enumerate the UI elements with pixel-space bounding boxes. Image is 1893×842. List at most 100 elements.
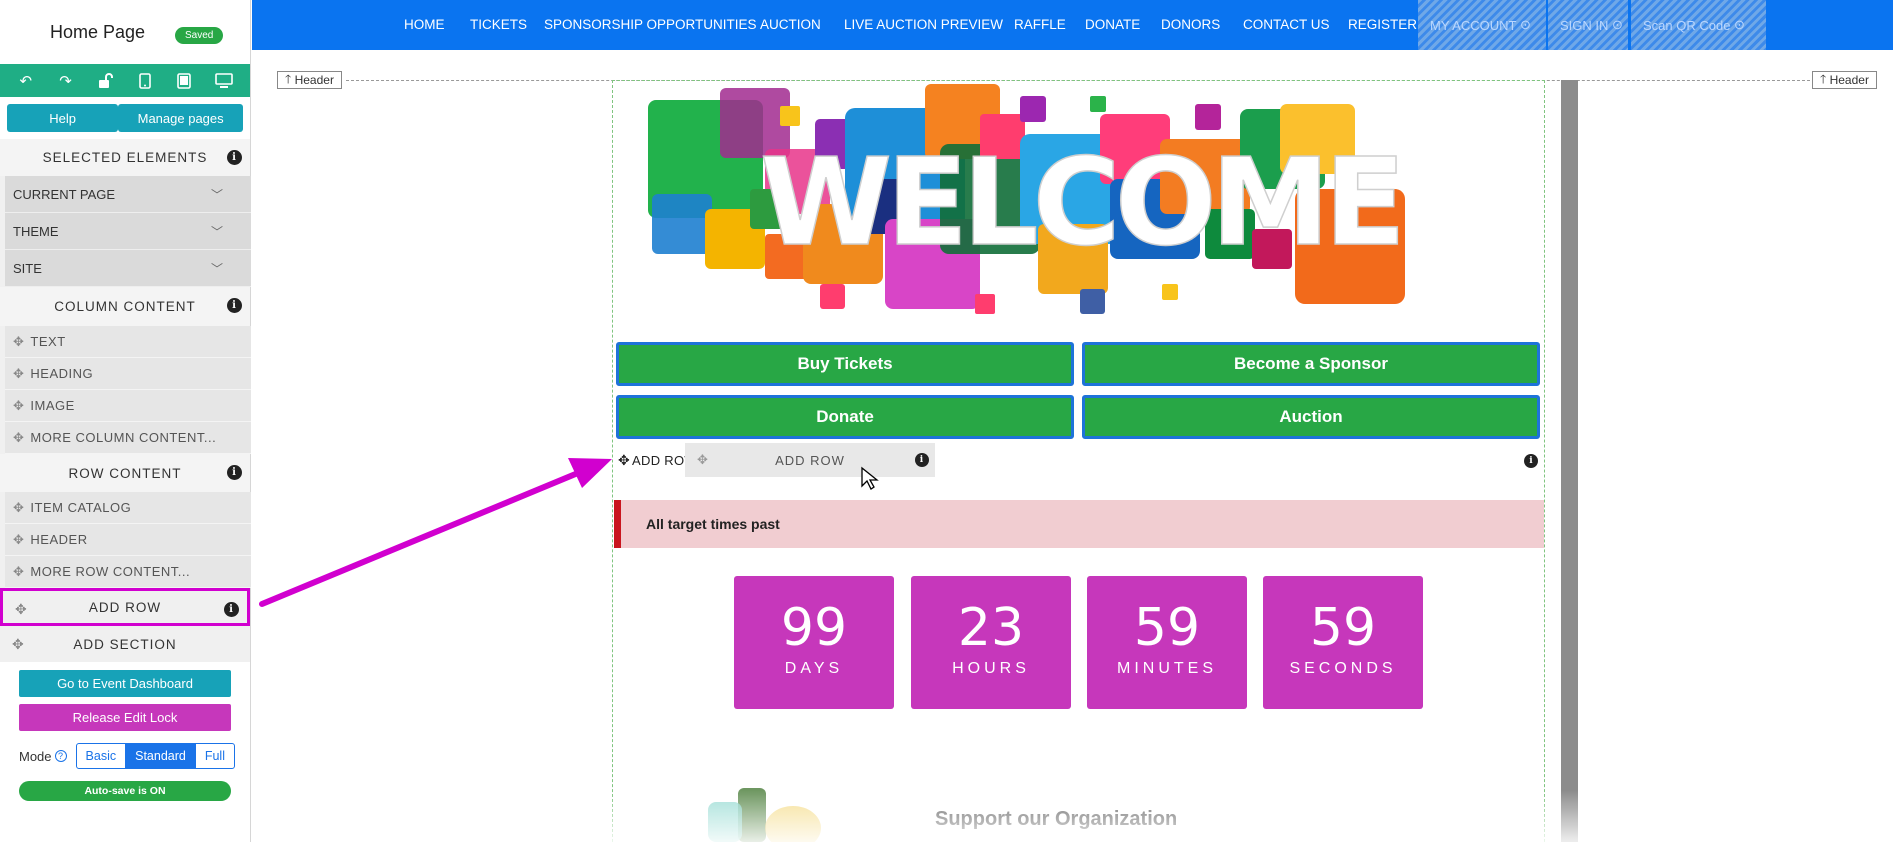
nav-home[interactable]: HOME: [404, 17, 445, 32]
move-icon: ✥: [15, 601, 28, 617]
sidebar-footer: Go to Event Dashboard Release Edit Lock …: [0, 662, 250, 842]
more-column-content[interactable]: ✥ MORE COLUMN CONTENT...: [5, 422, 251, 454]
countdown-value: 59: [1309, 598, 1377, 658]
nav-tickets[interactable]: TICKETS: [470, 17, 527, 32]
move-icon: ✥: [618, 452, 631, 468]
heading-widget[interactable]: ✥ HEADING: [5, 358, 251, 390]
widget-label: MORE COLUMN CONTENT...: [30, 430, 217, 445]
move-icon: ✥: [13, 333, 25, 349]
move-icon: ✥: [13, 365, 25, 381]
arrow-up-icon: 🡑: [1820, 71, 1827, 86]
mode-basic[interactable]: Basic: [77, 744, 127, 768]
countdown-alert: All target times past: [614, 500, 1544, 548]
move-icon: ✥: [13, 397, 25, 413]
donate-button[interactable]: Donate: [616, 395, 1074, 439]
lock-open-icon[interactable]: [94, 70, 116, 92]
become-sponsor-button[interactable]: Become a Sponsor: [1082, 342, 1540, 386]
nav-scan-qr[interactable]: Scan QR Code ⊙: [1631, 0, 1766, 50]
help-icon[interactable]: ?: [54, 750, 67, 762]
add-row-label: ADD ROW: [88, 599, 162, 615]
move-icon: ✥: [13, 531, 25, 547]
tablet-icon[interactable]: [173, 70, 195, 92]
chevron-down-icon: ﹀: [210, 225, 223, 239]
header-widget[interactable]: ✥ HEADER: [5, 524, 251, 556]
autosave-toggle[interactable]: Auto-save is ON: [19, 781, 231, 801]
widget-label: HEADER: [30, 532, 88, 547]
nav-sign-in[interactable]: SIGN IN ⊙: [1548, 0, 1628, 50]
event-dashboard-button[interactable]: Go to Event Dashboard: [19, 670, 231, 697]
page-title: Home Page: [50, 22, 146, 42]
nav-raffle[interactable]: RAFFLE: [1014, 17, 1066, 32]
text-widget[interactable]: ✥ TEXT: [5, 326, 251, 358]
nav-my-account[interactable]: MY ACCOUNT ⊙: [1418, 0, 1546, 50]
mobile-icon[interactable]: [134, 70, 156, 92]
countdown-hours: 23 HOURS: [911, 576, 1071, 709]
editor-sidebar: Home Page Saved ↶ ↷ Help Manage pages SE…: [0, 0, 251, 842]
image-widget[interactable]: ✥ IMAGE: [5, 390, 251, 422]
info-icon[interactable]: i: [227, 150, 242, 165]
row-info-icon[interactable]: i: [1524, 454, 1538, 468]
desktop-icon[interactable]: [213, 70, 235, 92]
add-row-widget[interactable]: ✥ ADD ROW i: [0, 588, 250, 626]
selected-elements-heading: SELECTED ELEMENTS i: [0, 139, 250, 176]
nav-donors[interactable]: DONORS: [1161, 17, 1220, 32]
dragging-add-row-ghost[interactable]: ✥ ADD ROW i: [685, 443, 935, 477]
more-row-content[interactable]: ✥ MORE ROW CONTENT...: [5, 556, 251, 588]
welcome-text: WELCOME: [760, 134, 1400, 273]
nav-auction[interactable]: AUCTION: [760, 17, 821, 32]
redo-icon[interactable]: ↷: [54, 70, 76, 92]
welcome-banner-image: WELCOME: [648, 84, 1407, 314]
ghost-label: ADD ROW: [775, 452, 845, 468]
cursor-icon: [861, 466, 879, 490]
dropdown-label: THEME: [13, 223, 59, 239]
move-icon: ✥: [697, 452, 709, 467]
info-icon[interactable]: i: [227, 465, 242, 480]
site-navigation: HOME TICKETS SPONSORSHIP OPPORTUNITIES A…: [252, 0, 1893, 50]
chevron-down-icon: ﹀: [210, 188, 223, 202]
dropdown-label: SITE: [13, 260, 42, 276]
move-icon: ✥: [13, 499, 25, 515]
column-content-label: COLUMN CONTENT: [54, 299, 196, 314]
info-icon[interactable]: i: [227, 298, 242, 313]
move-icon: ✥: [13, 429, 25, 445]
add-section-widget[interactable]: ✥ ADD SECTION: [0, 626, 250, 662]
nav-sign-in-label: SIGN IN: [1560, 17, 1609, 33]
column-content-heading: COLUMN CONTENT i: [0, 287, 250, 326]
widget-label: ITEM CATALOG: [30, 500, 132, 515]
current-page-dropdown[interactable]: CURRENT PAGE ﹀: [5, 176, 251, 213]
nav-live-auction-preview[interactable]: LIVE AUCTION PREVIEW: [844, 17, 1003, 32]
nav-contact-us[interactable]: CONTACT US: [1243, 17, 1330, 32]
nav-donate[interactable]: DONATE: [1085, 17, 1140, 32]
mode-label: Mode: [19, 748, 52, 764]
theme-dropdown[interactable]: THEME ﹀: [5, 213, 251, 250]
nav-register[interactable]: REGISTER: [1348, 17, 1417, 32]
countdown-unit: MINUTES: [1117, 660, 1217, 677]
header-tag-label: Header: [1829, 73, 1869, 87]
release-edit-lock-button[interactable]: Release Edit Lock: [19, 704, 231, 731]
mode-full[interactable]: Full: [196, 744, 234, 768]
countdown-unit: HOURS: [952, 660, 1030, 677]
chevron-down-icon: ﹀: [210, 262, 223, 276]
help-button[interactable]: Help: [7, 104, 119, 132]
content-scrollbar[interactable]: [1561, 80, 1578, 842]
item-catalog-widget[interactable]: ✥ ITEM CATALOG: [5, 492, 251, 524]
mode-segmented-control: Basic Standard Full: [75, 743, 235, 769]
add-section-label: ADD SECTION: [73, 636, 177, 652]
header-tag-left[interactable]: 🡑 Header: [277, 71, 342, 89]
widget-label: MORE ROW CONTENT...: [30, 564, 191, 579]
nav-sponsorship[interactable]: SPONSORSHIP OPPORTUNITIES: [544, 17, 757, 32]
info-icon[interactable]: i: [224, 602, 239, 617]
sidebar-title-bar: Home Page Saved: [0, 0, 250, 64]
manage-pages-button[interactable]: Manage pages: [118, 104, 243, 132]
countdown-days: 99 DAYS: [734, 576, 894, 709]
undo-icon[interactable]: ↶: [15, 70, 37, 92]
countdown-unit: SECONDS: [1289, 660, 1397, 677]
row-content-label: ROW CONTENT: [68, 465, 182, 481]
mode-standard[interactable]: Standard: [126, 744, 196, 768]
buy-tickets-button[interactable]: Buy Tickets: [616, 342, 1074, 386]
header-tag-right[interactable]: 🡑 Header: [1812, 71, 1877, 89]
site-dropdown[interactable]: SITE ﹀: [5, 250, 251, 287]
countdown-value: 59: [1133, 598, 1201, 658]
dropdown-label: CURRENT PAGE: [13, 186, 116, 202]
auction-button[interactable]: Auction: [1082, 395, 1540, 439]
